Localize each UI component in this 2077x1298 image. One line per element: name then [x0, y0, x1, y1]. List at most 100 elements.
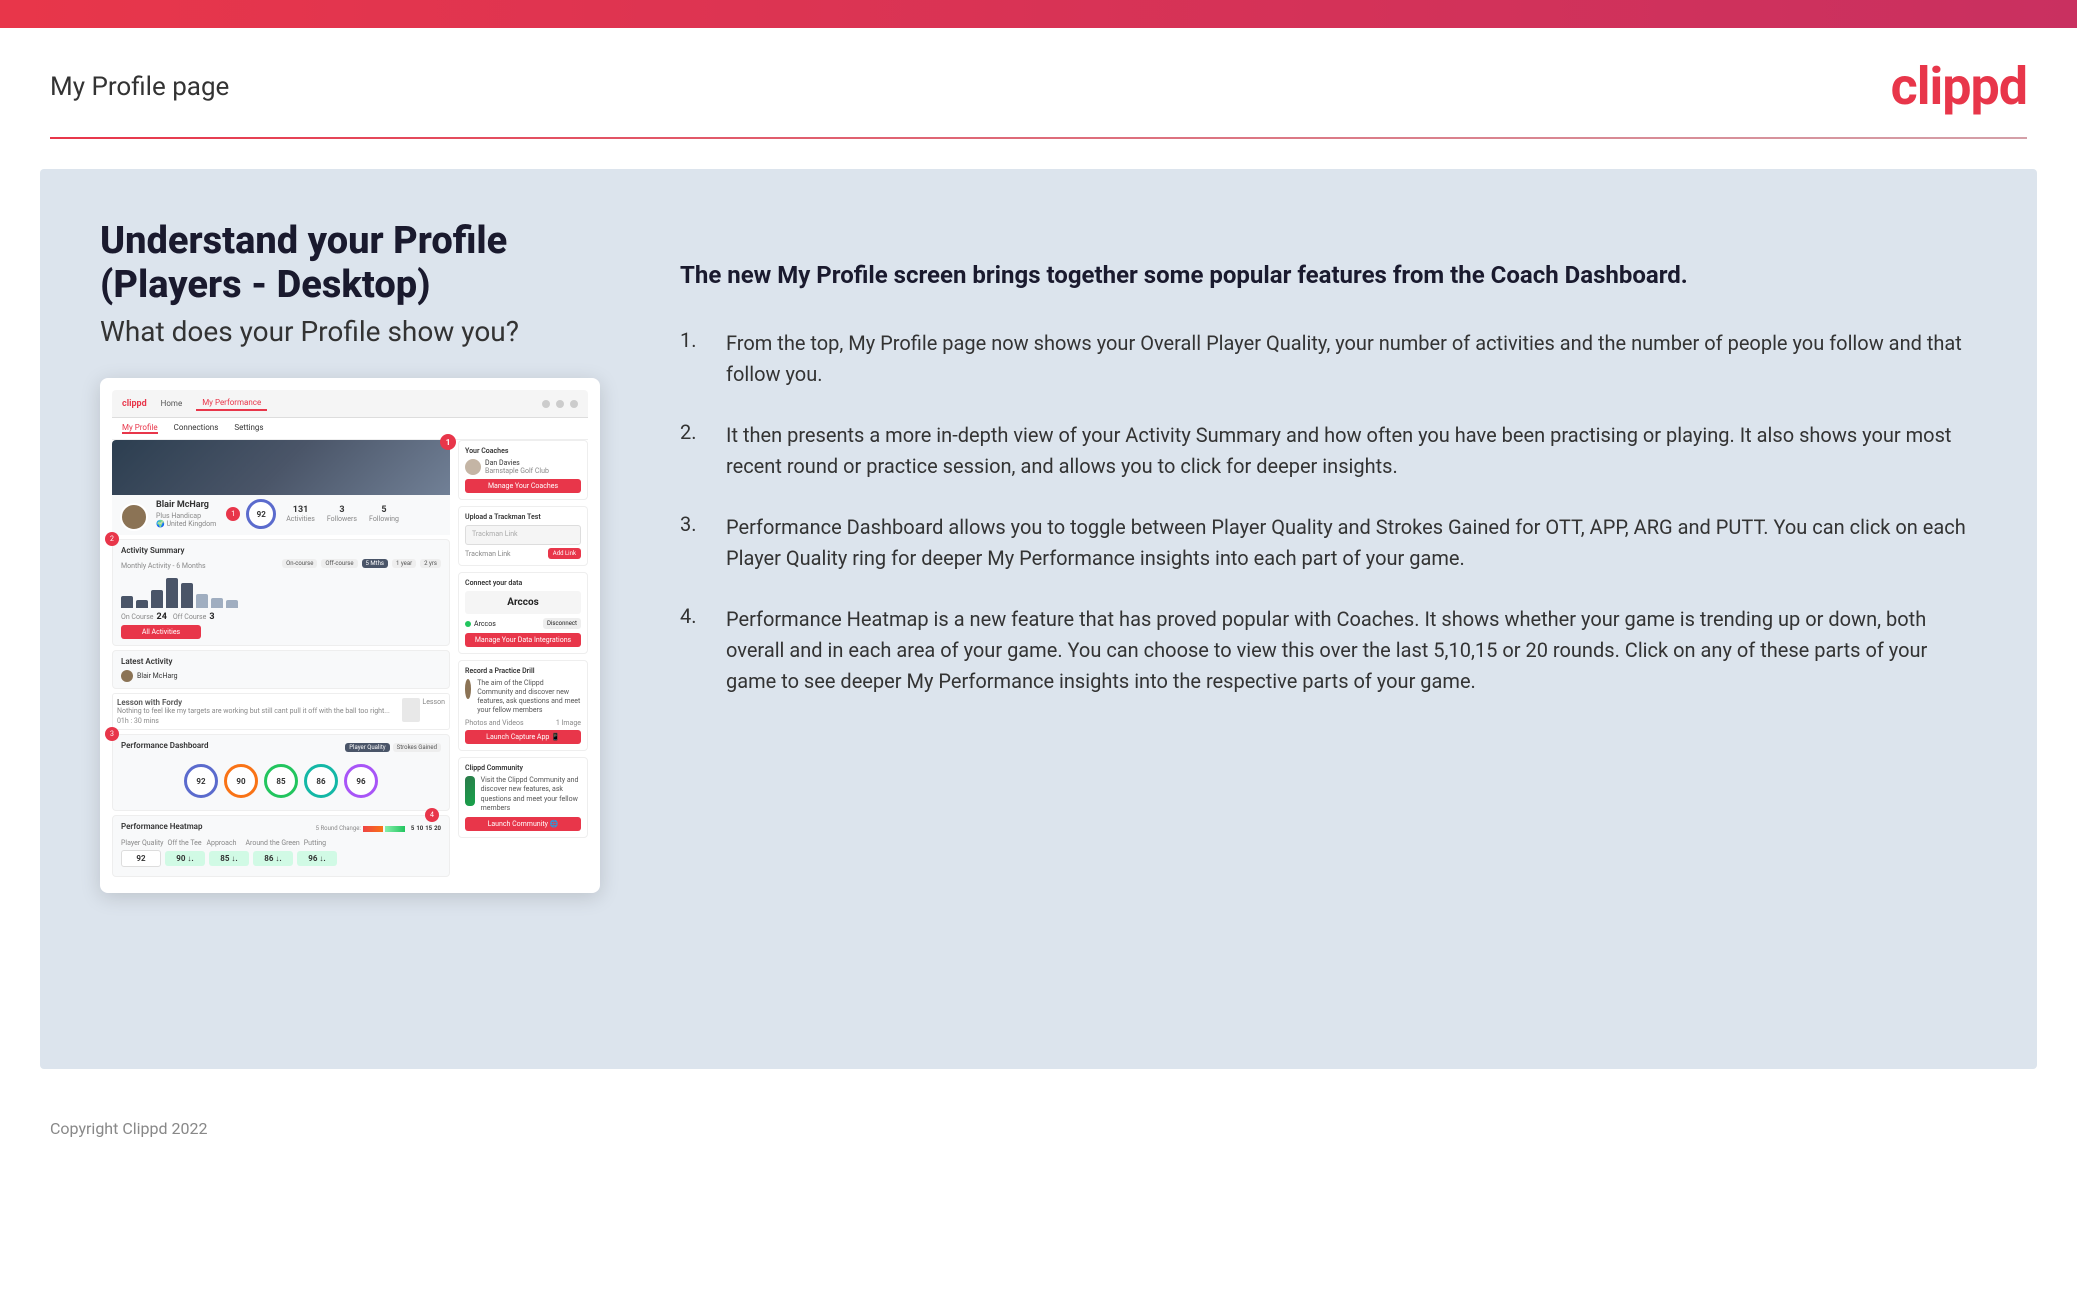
- mock-bar-8: [226, 600, 238, 608]
- mock-player-name: Blair McHarg: [156, 500, 216, 510]
- mock-stat-followers: 3 Followers: [327, 505, 357, 523]
- mock-coach-name: Dan Davies: [485, 459, 549, 467]
- feature-text-3: Performance Dashboard allows you to togg…: [726, 512, 1977, 574]
- mock-connect-title: Connect your data: [465, 579, 581, 587]
- mock-coach-row: Dan Davies Barnstaple Golf Club: [465, 459, 581, 475]
- page-title: My Profile page: [50, 72, 229, 102]
- mock-latest-name: Blair McHarg: [137, 672, 178, 680]
- mock-manage-coaches-btn: Manage Your Coaches: [465, 479, 581, 493]
- mock-location: 🌍 United Kingdom: [156, 520, 216, 528]
- mock-practice-title: Record a Practice Drill: [465, 667, 581, 675]
- mock-heatmap-around-green: 86 ↓.: [253, 851, 293, 866]
- mock-latest-avatar: [121, 670, 133, 682]
- feature-item-3: 3. Performance Dashboard allows you to t…: [680, 512, 1977, 574]
- mock-capture-btn: Launch Capture App 📱: [465, 730, 581, 744]
- marker-2: 2: [105, 532, 119, 546]
- mock-bar-6: [196, 594, 208, 608]
- mock-lesson-desc: Nothing to feel like my targets are work…: [117, 707, 402, 715]
- mock-avatar-area: Blair McHarg Plus Handicap 🌍 United King…: [112, 495, 450, 535]
- mock-activity-subtitle: Monthly Activity - 6 Months: [121, 562, 206, 570]
- mock-sub-nav-connections: Connections: [174, 423, 219, 434]
- mock-latest-title: Latest Activity: [121, 657, 441, 666]
- mock-perf-rings: 92 90 85 86 96: [121, 758, 441, 804]
- mock-practice-meta: Photos and Videos 1 Image: [465, 719, 581, 727]
- copyright: Copyright Clippd 2022: [50, 1119, 207, 1138]
- mock-heatmap-values: 92 90 ↓. 85 ↓. 86 ↓. 96 ↓.: [121, 850, 441, 867]
- mock-latest-activity: Latest Activity Blair McHarg: [112, 650, 450, 689]
- footer: Copyright Clippd 2022: [0, 1099, 2077, 1158]
- mock-sub-nav-profile: My Profile: [122, 423, 158, 434]
- mock-community-title: Clippd Community: [465, 764, 581, 772]
- mock-stats: 131 Activities 3 Followers 5: [286, 505, 399, 523]
- mock-disconnect-btn: Disconnect: [543, 618, 581, 629]
- clippd-logo: clippd: [1891, 56, 2027, 117]
- marker-4: 4: [425, 808, 439, 822]
- mock-arccos-logo: Arccos: [465, 591, 581, 614]
- mock-bar-1: [121, 596, 133, 608]
- mock-connect-card: Connect your data Arccos Arccos Disconne…: [458, 572, 588, 654]
- mock-activity-section: 2 Activity Summary Monthly Activity - 6 …: [112, 539, 450, 646]
- mock-heatmap-title: Performance Heatmap: [121, 822, 202, 831]
- mock-on-off-stats: On Course 24 Off Course 3: [121, 612, 441, 622]
- header-divider: [50, 137, 2027, 139]
- mock-performance-section: 3 Performance Dashboard Player Quality S…: [112, 734, 450, 811]
- left-column: Understand your Profile (Players - Deskt…: [100, 219, 620, 1019]
- feature-list: 1. From the top, My Profile page now sho…: [680, 328, 1977, 697]
- mock-connected-dot: [465, 621, 471, 627]
- mock-heatmap-overall: 92: [121, 850, 161, 867]
- mock-settings-icon: [556, 400, 564, 408]
- main-subheading: What does your Profile show you?: [100, 315, 620, 348]
- mock-latest-row: Blair McHarg: [121, 670, 441, 682]
- mock-profile-content: 1 Blair McHarg Plus Handicap 🌍 United Ki…: [112, 440, 588, 881]
- mock-coach-avatar: [465, 459, 481, 475]
- mock-heatmap-labels: Player Quality Off the Tee Approach Arou…: [121, 839, 441, 847]
- mock-quality-ring: 92: [246, 499, 276, 529]
- mock-sub-nav-settings: Settings: [234, 423, 263, 434]
- mock-ring-off-tee: 90: [224, 764, 258, 798]
- right-column: The new My Profile screen brings togethe…: [680, 219, 1977, 1019]
- mock-trackman-placeholder: Trackman Link: [466, 526, 580, 542]
- mock-pill-5mths: 5 Mths: [362, 559, 388, 568]
- mock-left-panel: 1 Blair McHarg Plus Handicap 🌍 United Ki…: [112, 440, 450, 881]
- mock-bar-4: [166, 578, 178, 608]
- mock-lesson-title: Lesson with Fordy: [117, 698, 402, 707]
- mock-handicap: Plus Handicap: [156, 512, 216, 520]
- mock-bar-5: [181, 583, 193, 608]
- mock-coaches-title: Your Coaches: [465, 447, 581, 455]
- mock-nav-performance: My Performance: [196, 396, 267, 411]
- feature-item-1: 1. From the top, My Profile page now sho…: [680, 328, 1977, 390]
- mock-ring-overall: 92: [184, 764, 218, 798]
- mock-sub-nav: My Profile Connections Settings: [112, 418, 588, 440]
- main-content: Understand your Profile (Players - Deskt…: [40, 169, 2037, 1069]
- mock-pill-strokes-gained: Strokes Gained: [393, 743, 441, 752]
- mock-pill-on-course: On-course: [282, 559, 317, 568]
- feature-text-4: Performance Heatmap is a new feature tha…: [726, 604, 1977, 697]
- feature-text-1: From the top, My Profile page now shows …: [726, 328, 1977, 390]
- mock-heatmap-off-tee: 90 ↓.: [165, 851, 205, 866]
- mock-user-icon: [570, 400, 578, 408]
- feature-text-2: It then presents a more in-depth view of…: [726, 420, 1977, 482]
- mock-all-activities-btn: All Activities: [121, 625, 201, 639]
- main-heading: Understand your Profile (Players - Deskt…: [100, 219, 620, 307]
- mock-avatar: [120, 503, 148, 531]
- feature-number-3: 3.: [680, 512, 710, 574]
- mock-heatmap-gradient-neg: [363, 826, 383, 832]
- mock-bar-7: [211, 598, 223, 608]
- mock-trackman-add-btn: Add Link: [548, 548, 581, 559]
- mock-heatmap-putting: 96 ↓.: [297, 851, 337, 866]
- mock-trackman-input: Trackman Link: [465, 525, 581, 545]
- mock-stat-following: 5 Following: [369, 505, 399, 523]
- intro-text: The new My Profile screen brings togethe…: [680, 259, 1977, 293]
- feature-item-2: 2. It then presents a more in-depth view…: [680, 420, 1977, 482]
- mock-coach-club: Barnstaple Golf Club: [485, 467, 549, 475]
- mock-pill-player-quality: Player Quality: [345, 743, 389, 752]
- mock-right-panel: Your Coaches Dan Davies Barnstaple Golf …: [458, 440, 588, 881]
- mock-connect-row: Arccos Disconnect: [465, 618, 581, 629]
- mock-stat-activities: 131 Activities: [286, 505, 315, 523]
- mock-perf-title: Performance Dashboard: [121, 741, 208, 750]
- marker-3: 3: [105, 727, 119, 741]
- mock-logo: clippd: [122, 399, 147, 409]
- header: My Profile page clippd: [0, 28, 2077, 137]
- mock-community-btn: Launch Community 🌐: [465, 817, 581, 831]
- feature-number-1: 1.: [680, 328, 710, 390]
